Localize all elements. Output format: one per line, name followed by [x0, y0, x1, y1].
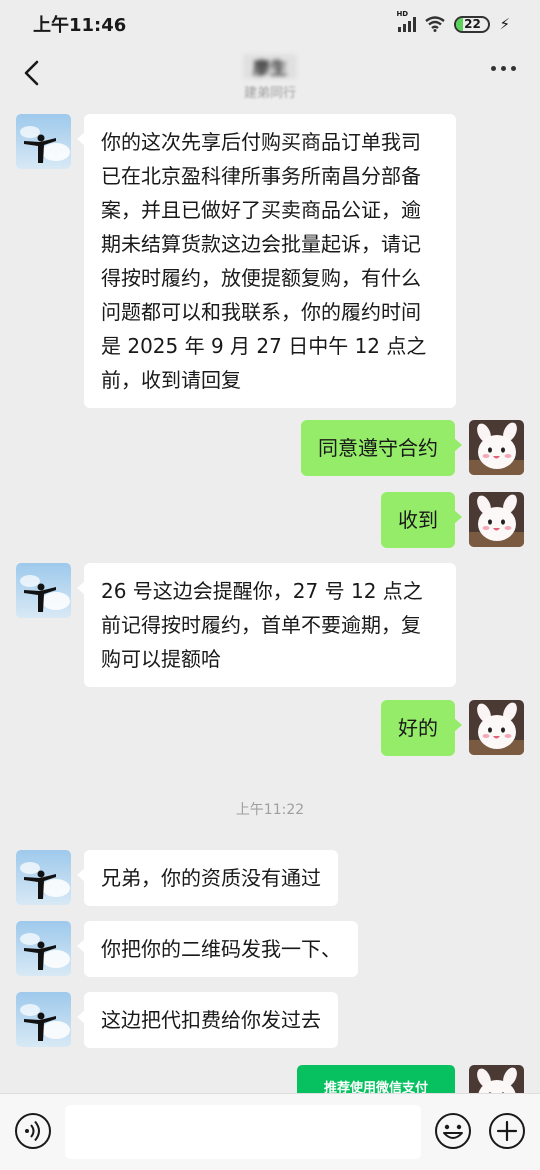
emoji-icon[interactable]	[434, 1112, 472, 1150]
cartoon-rabbit-avatar-image	[469, 1065, 524, 1093]
cartoon-rabbit-avatar-image	[469, 700, 524, 755]
status-icons: HD 22 ⚡	[396, 10, 510, 33]
contact-subtitle: 建弟同行	[243, 86, 296, 101]
message-timestamp: 上午11:22	[235, 802, 305, 818]
my-avatar[interactable]	[469, 420, 524, 475]
my-avatar[interactable]	[469, 1065, 524, 1093]
contact-avatar[interactable]	[16, 992, 71, 1047]
message-bubble[interactable]: 兄弟，你的资质没有通过	[77, 850, 338, 906]
silhouette-avatar-image	[16, 921, 71, 976]
more-dots-icon[interactable]	[491, 66, 516, 71]
message-input[interactable]	[65, 1105, 421, 1159]
silhouette-avatar-image	[16, 563, 71, 618]
chat-title-area: 廖生 建弟同行	[0, 54, 540, 101]
cartoon-rabbit-avatar-image	[469, 492, 524, 547]
wechat-pay-card[interactable]: 推荐使用微信支付	[297, 1065, 455, 1093]
cartoon-rabbit-avatar-image	[469, 420, 524, 475]
battery-icon: 22	[454, 15, 491, 33]
plus-icon[interactable]	[488, 1112, 526, 1150]
silhouette-avatar-image	[16, 850, 71, 905]
signal-icon: HD	[396, 10, 417, 32]
message-bubble[interactable]: 你的这次先享后付购买商品订单我司已在北京盈科律所事务所南昌分部备案，并且已做好了…	[77, 114, 456, 408]
wifi-icon	[425, 16, 446, 32]
message-bubble[interactable]: 收到	[381, 492, 462, 548]
input-bar	[0, 1093, 540, 1170]
message-bubble[interactable]: 这边把代扣费给你发过去	[77, 992, 338, 1048]
message-bubble[interactable]: 好的	[381, 700, 462, 756]
message-bubble[interactable]: 同意遵守合约	[301, 420, 462, 476]
contact-avatar[interactable]	[16, 850, 71, 905]
my-avatar[interactable]	[469, 700, 524, 755]
contact-name[interactable]: 廖生	[243, 54, 297, 79]
silhouette-avatar-image	[16, 114, 71, 169]
chat-header: 廖生 建弟同行	[0, 48, 540, 101]
silhouette-avatar-image	[16, 992, 71, 1047]
charging-icon: ⚡	[499, 15, 510, 33]
voice-icon[interactable]	[14, 1112, 52, 1150]
message-bubble[interactable]: 你把你的二维码发我一下、	[77, 921, 358, 977]
status-bar: 上午11:46 HD 22 ⚡	[0, 0, 540, 48]
my-avatar[interactable]	[469, 492, 524, 547]
contact-avatar[interactable]	[16, 921, 71, 976]
status-time: 上午11:46	[33, 15, 127, 36]
message-bubble[interactable]: 26 号这边会提醒你，27 号 12 点之前记得按时履约，首单不要逾期，复购可以…	[77, 563, 456, 687]
battery-level: 22	[464, 17, 481, 31]
contact-avatar[interactable]	[16, 563, 71, 618]
network-label: HD	[396, 10, 409, 18]
chat-messages[interactable]: 你的这次先享后付购买商品订单我司已在北京盈科律所事务所南昌分部备案，并且已做好了…	[0, 100, 540, 1093]
contact-avatar[interactable]	[16, 114, 71, 169]
